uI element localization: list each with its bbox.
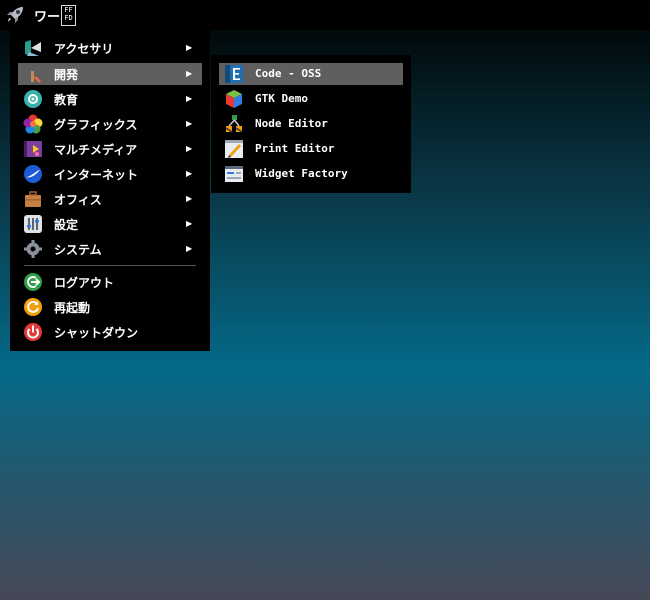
window-title: ワー — [34, 10, 61, 25]
accessories-icon — [25, 40, 41, 56]
multimedia-icon — [24, 141, 42, 157]
education-icon — [24, 90, 42, 108]
menu-item-development[interactable]: 開発 ▶ — [18, 63, 202, 85]
menu-item-label: オフィス — [54, 193, 102, 207]
menu-item-settings[interactable]: 設定 ▶ — [18, 213, 202, 235]
submenu-item-label: Print Editor — [255, 142, 335, 155]
menu-item-label: グラフィックス — [54, 118, 138, 132]
submenu-item-label: GTK Demo — [255, 92, 308, 105]
menu-item-system[interactable]: システム ▶ — [18, 238, 202, 260]
system-icon — [24, 240, 42, 258]
submenu-arrow-icon: ▶ — [186, 119, 193, 128]
menu-item-internet[interactable]: インターネット ▶ — [18, 163, 202, 185]
shutdown-icon — [24, 323, 42, 341]
missing-glyph-box: FF FD — [61, 5, 76, 26]
menu-item-logout[interactable]: ログアウト — [18, 271, 202, 293]
gtk-demo-icon — [226, 90, 242, 108]
top-panel: ワー FF FD — [0, 0, 650, 30]
menu-item-label: インターネット — [54, 168, 139, 182]
logout-icon — [24, 273, 42, 291]
submenu-item-label: Widget Factory — [255, 167, 348, 180]
submenu-arrow-icon: ▶ — [186, 169, 193, 178]
node-editor-icon — [225, 115, 243, 133]
menu-item-shutdown[interactable]: シャットダウン — [18, 321, 202, 343]
submenu-item-widget-factory[interactable]: Widget Factory — [219, 163, 403, 185]
office-icon — [25, 191, 41, 207]
submenu-item-label: Code - OSS — [255, 67, 322, 80]
menu-item-graphics[interactable]: グラフィックス ▶ — [18, 113, 202, 135]
rocket-icon[interactable] — [4, 4, 26, 26]
submenu-item-code-oss[interactable]: Code - OSS — [219, 63, 403, 85]
internet-icon — [24, 165, 42, 183]
menu-item-label: マルチメディア — [54, 143, 138, 157]
menu-item-label: 教育 — [54, 93, 79, 107]
menu-item-education[interactable]: 教育 ▶ — [18, 88, 202, 110]
menu-item-multimedia[interactable]: マルチメディア ▶ — [18, 138, 202, 160]
print-editor-icon — [225, 140, 243, 158]
submenu-arrow-icon: ▶ — [186, 244, 193, 253]
menu-item-label: システム — [54, 243, 102, 257]
development-icon — [27, 67, 41, 83]
menu-item-label: アクセサリ — [54, 42, 114, 56]
menu-item-office[interactable]: オフィス ▶ — [18, 188, 202, 210]
code-oss-icon — [225, 65, 243, 83]
settings-icon — [24, 215, 42, 233]
submenu-arrow-icon: ▶ — [186, 43, 193, 52]
submenu-arrow-icon: ▶ — [186, 94, 193, 103]
development-submenu: Code - OSS GTK Demo Node Editor Print Ed… — [211, 55, 411, 193]
menu-item-label: 再起動 — [54, 301, 91, 315]
menu-separator — [24, 265, 196, 266]
application-menu: アクセサリ ▶ 開発 ▶ 教育 ▶ グラフィックス ▶ マルチメディア ▶ イン… — [10, 30, 210, 351]
menu-item-label: シャットダウン — [54, 326, 139, 340]
submenu-item-label: Node Editor — [255, 117, 328, 130]
submenu-arrow-icon: ▶ — [186, 219, 193, 228]
reboot-icon — [24, 298, 42, 316]
submenu-item-node-editor[interactable]: Node Editor — [219, 113, 403, 135]
menu-item-label: 開発 — [54, 68, 79, 82]
widget-factory-icon — [225, 166, 243, 182]
menu-item-label: 設定 — [54, 218, 79, 232]
menu-item-label: ログアウト — [54, 276, 115, 290]
submenu-arrow-icon: ▶ — [186, 194, 193, 203]
submenu-arrow-icon: ▶ — [186, 144, 193, 153]
graphics-icon — [23, 114, 43, 134]
submenu-arrow-icon: ▶ — [186, 69, 193, 78]
submenu-item-print-editor[interactable]: Print Editor — [219, 138, 403, 160]
menu-item-accessories[interactable]: アクセサリ ▶ — [18, 37, 202, 59]
submenu-item-gtk-demo[interactable]: GTK Demo — [219, 88, 403, 110]
menu-item-reboot[interactable]: 再起動 — [18, 296, 202, 318]
